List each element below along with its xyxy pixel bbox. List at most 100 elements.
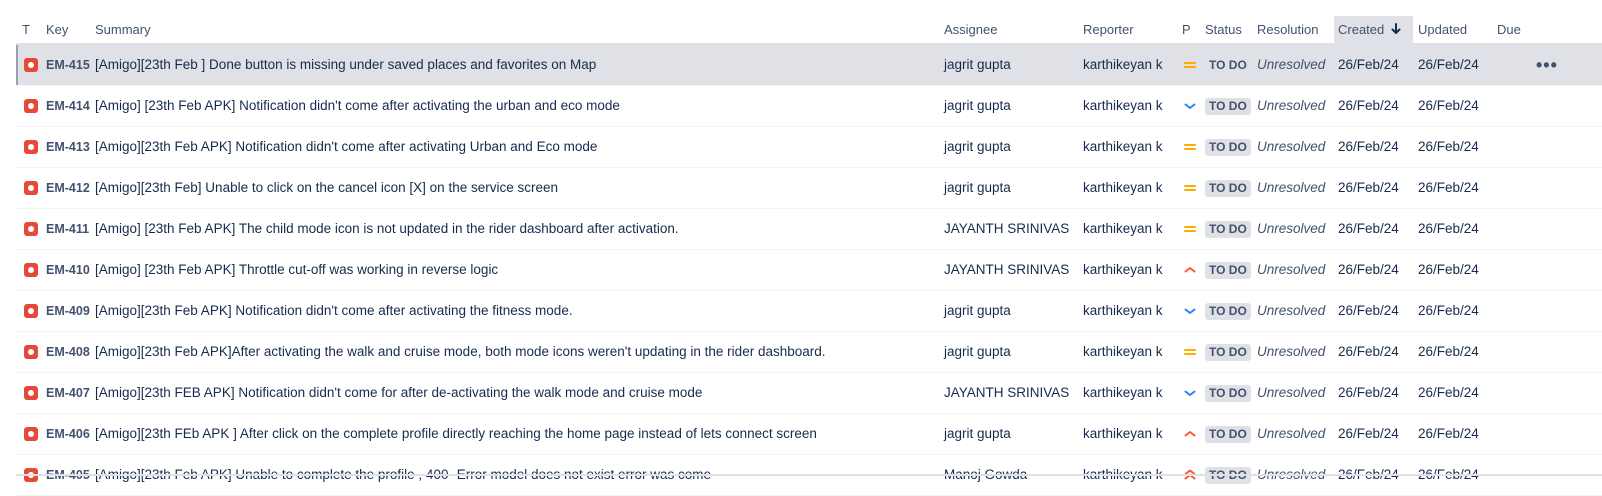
resolution: Unresolved xyxy=(1257,57,1326,72)
table-row[interactable]: EM-414 [Amigo] [23th Feb APK] Notificatio… xyxy=(16,86,1602,127)
issue-key-link[interactable]: EM-414 xyxy=(46,86,90,126)
more-actions-icon[interactable]: ••• xyxy=(1536,45,1558,85)
issue-summary-link[interactable]: [Amigo][23th Feb APK] Notification didn'… xyxy=(95,127,597,167)
column-header-status[interactable]: Status xyxy=(1205,16,1242,43)
status-lozenge[interactable]: TO DO xyxy=(1205,261,1251,279)
created-date: 26/Feb/24 xyxy=(1338,180,1399,195)
issue-summary-link[interactable]: [Amigo][23th Feb APK]After activating th… xyxy=(95,332,826,372)
status-lozenge[interactable]: TO DO xyxy=(1205,220,1251,238)
status-lozenge[interactable]: TO DO xyxy=(1205,179,1251,197)
issue-summary-link[interactable]: [Amigo][23th Feb] Unable to click on the… xyxy=(95,168,558,208)
issue-summary-link[interactable]: [Amigo][23th Feb ] Done button is missin… xyxy=(95,45,596,85)
created-date: 26/Feb/24 xyxy=(1338,385,1399,400)
table-row[interactable]: EM-408 [Amigo][23th Feb APK]After activat… xyxy=(16,332,1602,373)
resolution: Unresolved xyxy=(1257,139,1326,154)
table-row[interactable]: EM-410 [Amigo] [23th Feb APK] Throttle cu… xyxy=(16,250,1602,291)
column-header-priority[interactable]: P xyxy=(1182,16,1191,43)
resolution: Unresolved xyxy=(1257,385,1326,400)
issue-key-link[interactable]: EM-409 xyxy=(46,291,90,331)
issue-summary-link[interactable]: [Amigo] [23th Feb APK] The child mode ic… xyxy=(95,209,679,249)
status-lozenge[interactable]: TO DO xyxy=(1205,97,1251,115)
column-header-resolution[interactable]: Resolution xyxy=(1257,16,1318,43)
status-lozenge[interactable]: TO DO xyxy=(1205,302,1251,320)
bug-icon xyxy=(24,222,38,236)
table-row[interactable]: EM-406 [Amigo][23th FEb APK ] After click… xyxy=(16,414,1602,455)
column-header-reporter[interactable]: Reporter xyxy=(1083,16,1134,43)
bug-icon xyxy=(24,99,38,113)
bug-icon xyxy=(24,58,38,72)
table-row[interactable]: EM-409 [Amigo][23th Feb APK] Notification… xyxy=(16,291,1602,332)
updated-date: 26/Feb/24 xyxy=(1418,57,1479,72)
table-row[interactable]: EM-415 [Amigo][23th Feb ] Done button is … xyxy=(16,45,1602,86)
status-cell: TO DO xyxy=(1205,45,1251,85)
updated-date: 26/Feb/24 xyxy=(1418,180,1479,195)
reporter: karthikeyan k xyxy=(1083,344,1163,359)
table-header: T Key Summary Assignee Reporter P Status… xyxy=(16,16,1602,45)
assignee: JAYANTH SRINIVAS xyxy=(944,262,1070,277)
created-date: 26/Feb/24 xyxy=(1338,344,1399,359)
updated-date: 26/Feb/24 xyxy=(1418,426,1479,441)
reporter: karthikeyan k xyxy=(1083,98,1163,113)
status-cell: TO DO xyxy=(1205,127,1251,167)
reporter: karthikeyan k xyxy=(1083,57,1163,72)
resolution: Unresolved xyxy=(1257,262,1326,277)
priority-high-icon xyxy=(1183,263,1197,277)
priority-high-icon xyxy=(1183,427,1197,441)
issue-key-link[interactable]: EM-410 xyxy=(46,250,90,290)
assignee: jagrit gupta xyxy=(944,98,1011,113)
issue-summary-link[interactable]: [Amigo] [23th Feb APK] Notification didn… xyxy=(95,86,620,126)
issue-summary-link[interactable]: [Amigo][23th FEB APK] Notification didn'… xyxy=(95,373,702,413)
table-row[interactable]: EM-412 [Amigo][23th Feb] Unable to click … xyxy=(16,168,1602,209)
column-header-type[interactable]: T xyxy=(22,16,30,43)
created-date: 26/Feb/24 xyxy=(1338,426,1399,441)
resolution: Unresolved xyxy=(1257,303,1326,318)
issue-key-link[interactable]: EM-415 xyxy=(46,45,90,85)
assignee: jagrit gupta xyxy=(944,426,1011,441)
status-lozenge[interactable]: TO DO xyxy=(1205,343,1251,361)
reporter: karthikeyan k xyxy=(1083,180,1163,195)
priority-medium-icon xyxy=(1183,140,1197,154)
bug-icon xyxy=(24,345,38,359)
priority-medium-icon xyxy=(1183,181,1197,195)
updated-date: 26/Feb/24 xyxy=(1418,344,1479,359)
issue-key-link[interactable]: EM-407 xyxy=(46,373,90,413)
created-date: 26/Feb/24 xyxy=(1338,262,1399,277)
column-header-assignee[interactable]: Assignee xyxy=(944,16,997,43)
status-lozenge[interactable]: TO DO xyxy=(1205,56,1251,74)
priority-low-icon xyxy=(1183,99,1197,113)
status-lozenge[interactable]: TO DO xyxy=(1205,384,1251,402)
status-lozenge[interactable]: TO DO xyxy=(1205,425,1251,443)
issue-summary-link[interactable]: [Amigo][23th Feb APK] Notification didn'… xyxy=(95,291,573,331)
status-cell: TO DO xyxy=(1205,332,1251,372)
table-row[interactable]: EM-413 [Amigo][23th Feb APK] Notification… xyxy=(16,127,1602,168)
issue-summary-link[interactable]: [Amigo] [23th Feb APK] Throttle cut-off … xyxy=(95,250,498,290)
issue-key-link[interactable]: EM-411 xyxy=(46,209,89,249)
bug-icon xyxy=(24,386,38,400)
updated-date: 26/Feb/24 xyxy=(1418,221,1479,236)
status-cell: TO DO xyxy=(1205,373,1251,413)
column-header-summary[interactable]: Summary xyxy=(95,16,151,43)
updated-date: 26/Feb/24 xyxy=(1418,262,1479,277)
assignee: JAYANTH SRINIVAS xyxy=(944,385,1070,400)
issue-key-link[interactable]: EM-408 xyxy=(46,332,90,372)
issue-key-link[interactable]: EM-413 xyxy=(46,127,90,167)
table-row[interactable]: EM-407 [Amigo][23th FEB APK] Notification… xyxy=(16,373,1602,414)
column-header-created[interactable]: Created xyxy=(1334,16,1413,43)
column-header-updated[interactable]: Updated xyxy=(1418,16,1467,43)
column-header-key[interactable]: Key xyxy=(46,16,68,43)
created-date: 26/Feb/24 xyxy=(1338,57,1399,72)
created-date: 26/Feb/24 xyxy=(1338,139,1399,154)
assignee: jagrit gupta xyxy=(944,303,1011,318)
status-cell: TO DO xyxy=(1205,250,1251,290)
assignee: JAYANTH SRINIVAS xyxy=(944,221,1070,236)
issue-key-link[interactable]: EM-406 xyxy=(46,414,90,454)
column-header-created-label: Created xyxy=(1338,22,1385,37)
column-header-due[interactable]: Due xyxy=(1497,16,1521,43)
issue-key-link[interactable]: EM-412 xyxy=(46,168,90,208)
issue-table: T Key Summary Assignee Reporter P Status… xyxy=(16,16,1602,496)
resolution: Unresolved xyxy=(1257,426,1326,441)
issue-summary-link[interactable]: [Amigo][23th FEb APK ] After click on th… xyxy=(95,414,817,454)
table-row[interactable]: EM-411 [Amigo] [23th Feb APK] The child m… xyxy=(16,209,1602,250)
updated-date: 26/Feb/24 xyxy=(1418,139,1479,154)
status-lozenge[interactable]: TO DO xyxy=(1205,138,1251,156)
